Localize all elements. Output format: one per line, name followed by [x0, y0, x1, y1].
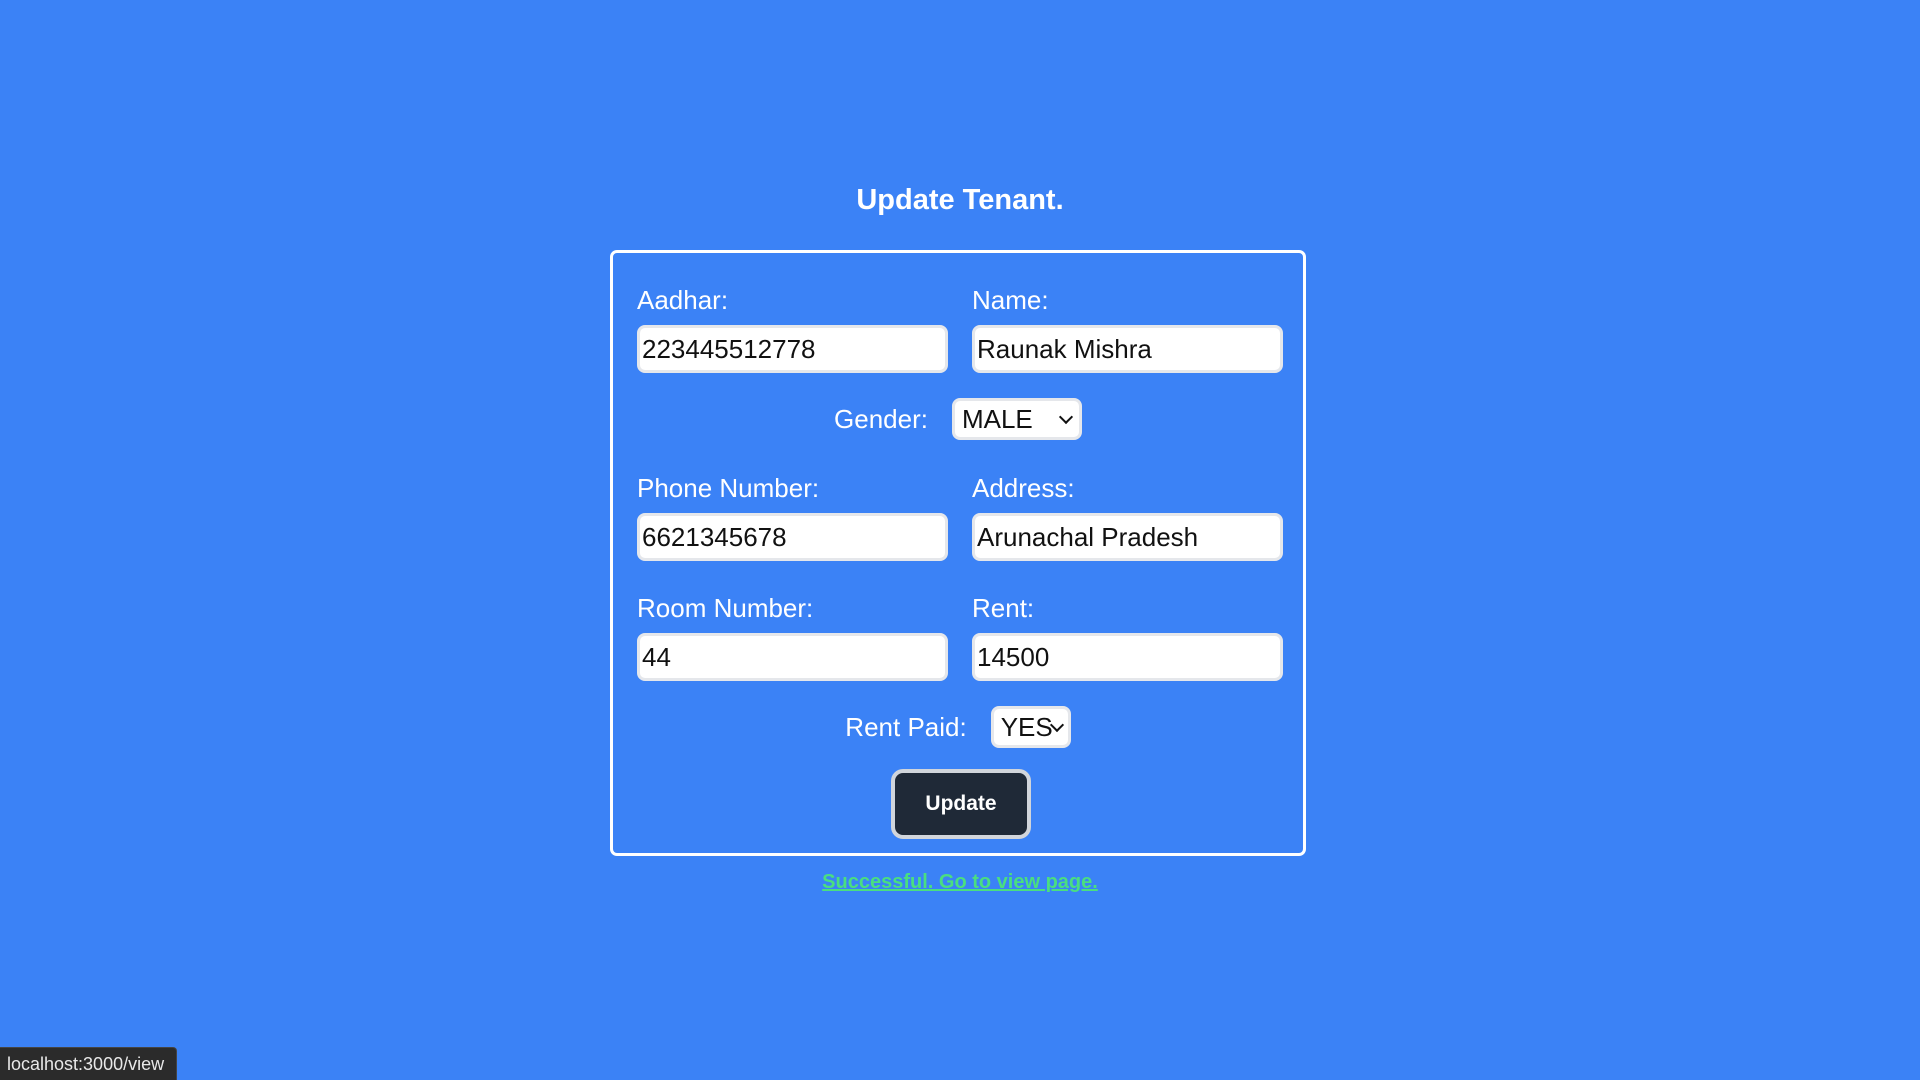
rent-paid-row: Rent Paid: YES [613, 706, 1303, 748]
update-button[interactable]: Update [891, 769, 1031, 839]
phone-input[interactable] [637, 513, 948, 561]
address-field-group: Address: [972, 473, 1283, 561]
gender-label: Gender: [834, 403, 928, 434]
success-message: Successful. Go to view page. [0, 871, 1920, 894]
rent-paid-selected-value: YES [1000, 711, 1053, 742]
gender-selected-value: MALE [961, 403, 1033, 434]
status-bar-url: localhost:3000/view [0, 1047, 178, 1080]
room-input[interactable] [637, 633, 948, 681]
chevron-down-icon [1058, 409, 1074, 425]
gender-row: Gender: MALE [613, 398, 1303, 440]
aadhar-label: Aadhar: [637, 285, 729, 315]
phone-label: Phone Number: [637, 473, 820, 503]
rent-paid-select[interactable]: YES [990, 706, 1071, 748]
aadhar-field-group: Aadhar: [637, 285, 948, 373]
rent-paid-label: Rent Paid: [845, 711, 967, 742]
view-page-link[interactable]: Successful. Go to view page. [822, 871, 1098, 893]
gender-select[interactable]: MALE [951, 398, 1082, 440]
phone-field-group: Phone Number: [637, 473, 948, 561]
rent-label: Rent: [972, 593, 1035, 623]
update-tenant-form: Aadhar: Name: Gender: MALE Phone Number:… [610, 250, 1306, 856]
name-field-group: Name: [972, 285, 1283, 373]
page-title: Update Tenant. [856, 184, 1064, 216]
rent-field-group: Rent: [972, 593, 1283, 681]
rent-input[interactable] [972, 633, 1283, 681]
address-label: Address: [972, 473, 1075, 503]
name-label: Name: [972, 285, 1049, 315]
room-label: Room Number: [637, 593, 814, 623]
aadhar-input[interactable] [637, 325, 948, 373]
name-input[interactable] [972, 325, 1283, 373]
address-input[interactable] [972, 513, 1283, 561]
room-field-group: Room Number: [637, 593, 948, 681]
